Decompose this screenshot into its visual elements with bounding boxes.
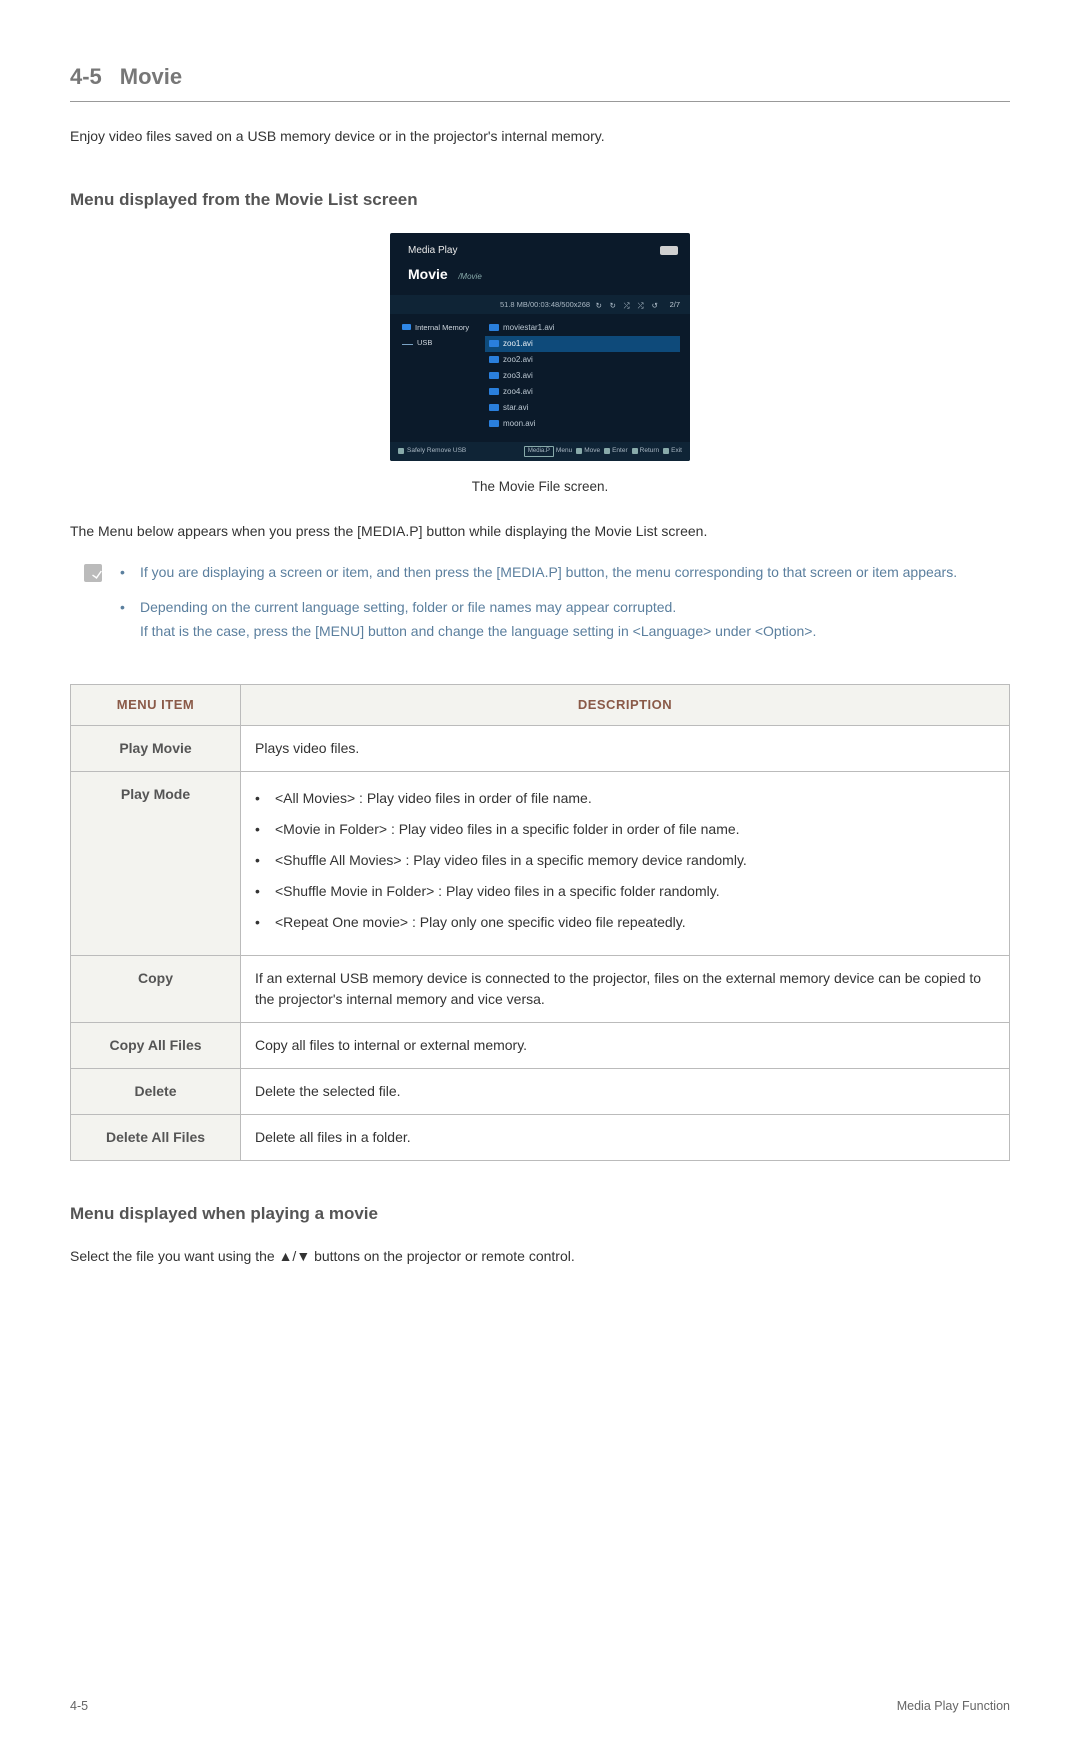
movie-icon [489,420,499,427]
menu-item-cell: Copy [71,955,241,1022]
loop-icon: ↺ [652,300,661,309]
sidebar-item-label: Internal Memory [415,322,469,333]
file-info-text: 51.8 MB/00:03:48/500x268 [400,299,590,310]
description-cell: Copy all files to internal or external m… [241,1022,1010,1068]
movie-icon [489,324,499,331]
screenshot-brand: Media Play [408,243,457,258]
description-cell: If an external USB memory device is conn… [241,955,1010,1022]
return-key-icon [632,448,638,454]
screenshot-screen-title: Movie [408,264,448,285]
exit-key-icon [663,448,669,454]
table-header-menu-item: MENU ITEM [71,685,241,726]
arrows-key-icon [576,448,582,454]
repeat-icon: ↻ [596,300,605,309]
footer-chapter-title: Media Play Function [897,1697,1010,1716]
figure-caption: The Movie File screen. [70,477,1010,497]
description-cell: Delete the selected file. [241,1068,1010,1114]
list-item[interactable]: moviestar1.avi [485,320,680,336]
table-row: Play Mode <All Movies> : Play video file… [71,771,1010,955]
screenshot-footer-bar: Safely Remove USB Media.PMenu Move Enter… [390,442,690,461]
sub2-text: Select the file you want using the ▲/▼ b… [70,1246,1010,1267]
usb-icon [402,340,413,345]
device-screenshot: Media Play Movie /Movie 51.8 MB/00:03:48… [390,233,690,461]
description-cell: Delete all files in a folder. [241,1114,1010,1160]
movie-icon [489,404,499,411]
desc-list-item: <Movie in Folder> : Play video files in … [255,819,995,840]
sidebar-item-label: USB [417,337,432,348]
sidebar-item-usb[interactable]: USB [402,337,479,348]
list-item[interactable]: zoo1.avi [485,336,680,352]
movie-icon [489,388,499,395]
page-footer: 4-5 Media Play Function [70,1687,1010,1716]
usb-indicator-icon [660,246,678,255]
note-icon [84,564,102,582]
section-heading: 4-5 Movie [70,60,1010,102]
eject-icon [398,448,404,454]
table-row: Delete Delete the selected file. [71,1068,1010,1114]
table-row: Copy All Files Copy all files to interna… [71,1022,1010,1068]
menu-item-cell: Copy All Files [71,1022,241,1068]
table-row: Play Movie Plays video files. [71,725,1010,771]
table-row: Delete All Files Delete all files in a f… [71,1114,1010,1160]
shuffle-alt-icon: ⤮ [638,300,647,309]
desc-list-item: <Shuffle All Movies> : Play video files … [255,850,995,871]
mediap-key-icon: Media.P [524,446,554,457]
enter-key-icon [604,448,610,454]
screenshot-breadcrumb: /Movie [458,272,482,281]
section-number: 4-5 [70,64,102,89]
memory-icon [402,324,411,330]
list-item[interactable]: star.avi [485,400,680,416]
list-item[interactable]: zoo4.avi [485,384,680,400]
menu-item-cell: Delete All Files [71,1114,241,1160]
list-item[interactable]: moon.avi [485,416,680,432]
screenshot-info-bar: 51.8 MB/00:03:48/500x268 ↻ ↻ ⤮ ⤮ ↺ 2/7 [390,295,690,314]
movie-icon [489,340,499,347]
figure-screenshot: Media Play Movie /Movie 51.8 MB/00:03:48… [70,233,1010,467]
movie-icon [489,356,499,363]
description-cell: Plays video files. [241,725,1010,771]
list-item[interactable]: zoo2.avi [485,352,680,368]
subheading-playing-movie-menu: Menu displayed when playing a movie [70,1201,1010,1227]
movie-icon [489,372,499,379]
shuffle-icon: ⤮ [624,300,633,309]
table-row: Copy If an external USB memory device is… [71,955,1010,1022]
sidebar-item-internal-memory[interactable]: Internal Memory [402,322,479,333]
desc-list-item: <Repeat One movie> : Play only one speci… [255,912,995,933]
list-item[interactable]: zoo3.avi [485,368,680,384]
safely-remove-label: Safely Remove USB [407,446,466,456]
note-item: If you are displaying a screen or item, … [120,562,1010,583]
menu-item-cell: Delete [71,1068,241,1114]
page-indicator: 2/7 [670,299,680,310]
screenshot-sidebar: Internal Memory USB [390,314,485,442]
menu-item-cell: Play Mode [71,771,241,955]
repeat-one-icon: ↻ [610,300,619,309]
intro-text: Enjoy video files saved on a USB memory … [70,126,1010,147]
note-block: If you are displaying a screen or item, … [84,562,1010,656]
description-cell: <All Movies> : Play video files in order… [241,771,1010,955]
subheading-movie-list-menu: Menu displayed from the Movie List scree… [70,187,1010,213]
section-title: Movie [120,64,182,89]
footer-page-number: 4-5 [70,1697,88,1716]
menu-item-cell: Play Movie [71,725,241,771]
menu-item-table: MENU ITEM DESCRIPTION Play Movie Plays v… [70,684,1010,1161]
screenshot-file-list: moviestar1.avi zoo1.avi zoo2.avi zoo3.av… [485,314,690,442]
below-figure-text: The Menu below appears when you press th… [70,521,1010,542]
desc-list-item: <Shuffle Movie in Folder> : Play video f… [255,881,995,902]
desc-list-item: <All Movies> : Play video files in order… [255,788,995,809]
table-header-description: DESCRIPTION [241,685,1010,726]
note-item: Depending on the current language settin… [120,597,1010,642]
